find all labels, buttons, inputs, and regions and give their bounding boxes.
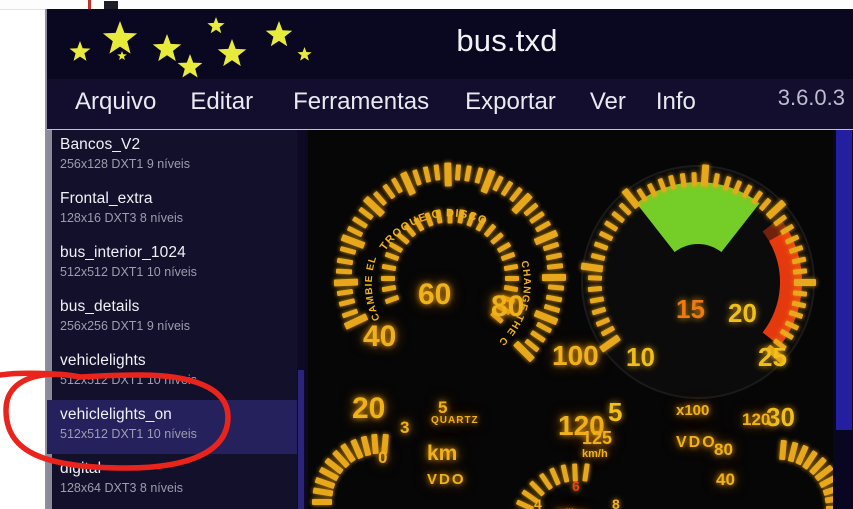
tachometer-number-20: 20 — [728, 298, 757, 328]
preview-scrollbar-track[interactable] — [833, 130, 853, 509]
app-icon — [104, 1, 118, 9]
tachometer-number-25: 25 — [758, 342, 787, 372]
texture-name: bus_interior_1024 — [60, 244, 186, 261]
texture-meta: 512x512 DXT1 10 níveis — [60, 265, 197, 279]
texture-name: bus_details — [60, 298, 140, 315]
list-item[interactable]: Frontal_extra 128x16 DXT3 8 níveis — [47, 184, 297, 238]
pressure-number-5: 5 — [438, 398, 448, 417]
texture-name: Frontal_extra — [60, 190, 153, 207]
temp-number-40: 40 — [716, 470, 735, 489]
screenshot-root: bus.txd Arquivo Editar Ferramentas Exportar… — [0, 0, 853, 509]
window-header: bus.txd — [47, 9, 853, 79]
pressure-number-3: 3 — [400, 418, 410, 437]
tachometer-tick — [691, 171, 697, 187]
menu-item-exportar[interactable]: Exportar — [465, 88, 556, 116]
menu-items: Arquivo Editar Ferramentas Exportar Ver Info — [75, 88, 696, 116]
tachometer-multiplier: x100 — [676, 402, 710, 419]
menu-item-editar[interactable]: Editar — [190, 88, 253, 116]
texture-meta: 512x512 DXT1 10 níveis — [60, 427, 197, 441]
list-item[interactable]: digital 128x64 DXT3 8 níveis — [47, 454, 297, 508]
dashboard-gauges-image: 20 40 60 80 100 120 125 km/h km VDO QUARTZ TROQUE O… — [308, 130, 847, 509]
texture-meta: 512x512 DXT1 10 níveis — [60, 373, 197, 387]
star-icon — [265, 21, 293, 47]
menu-bar: Arquivo Editar Ferramentas Exportar Ver Info … — [47, 79, 853, 130]
window-title: bus.txd — [456, 23, 558, 58]
tachometer-tick — [793, 290, 808, 297]
tachometer-brand: VDO — [676, 434, 717, 451]
menu-item-ferramentas[interactable]: Ferramentas — [293, 88, 429, 116]
pressure-tick — [312, 499, 332, 505]
temp-number-120: 120 — [742, 410, 771, 429]
star-icon — [117, 51, 127, 60]
window-body: Bancos_V2 256x128 DXT1 9 níveis Frontal_ex… — [47, 130, 853, 509]
tachometer-number-15: 15 — [676, 294, 705, 324]
list-item[interactable]: vehiclelights 512x512 DXT1 10 níveis — [47, 346, 297, 400]
tachometer-number-10: 10 — [626, 342, 655, 372]
menu-item-ver[interactable]: Ver — [590, 88, 626, 116]
texture-name: vehiclelights_on — [60, 406, 172, 423]
tachometer-number-5: 5 — [608, 397, 623, 427]
texture-name: vehiclelights — [60, 352, 146, 369]
stars-decoration — [47, 9, 347, 79]
texture-meta: 256x128 DXT1 9 níveis — [60, 157, 190, 171]
texture-meta: 256x256 DXT1 9 níveis — [60, 319, 190, 333]
texture-list[interactable]: Bancos_V2 256x128 DXT1 9 níveis Frontal_ex… — [47, 130, 297, 509]
sidebar-scrollbar-thumb[interactable] — [298, 370, 304, 509]
pressure-number-0: 0 — [378, 448, 388, 467]
star-icon — [207, 17, 225, 34]
texture-preview-panel: 20 40 60 80 100 120 125 km/h km VDO QUARTZ TROQUE O… — [308, 130, 853, 509]
star-icon — [217, 39, 247, 67]
temp-number-80: 80 — [714, 440, 733, 459]
menu-item-info[interactable]: Info — [656, 88, 696, 116]
menu-item-arquivo[interactable]: Arquivo — [75, 88, 156, 116]
texture-meta: 128x64 DXT3 8 níveis — [60, 481, 183, 495]
fuel-number-6: 6 — [572, 478, 580, 494]
window-accent-marker — [88, 0, 91, 9]
list-item[interactable]: bus_interior_1024 512x512 DXT1 10 níveis — [47, 238, 297, 292]
star-icon — [297, 47, 312, 61]
list-item[interactable]: vehiclelights_on 512x512 DXT1 10 níveis — [47, 400, 297, 454]
list-item[interactable]: Bancos_V2 256x128 DXT1 9 níveis — [47, 130, 297, 184]
list-item[interactable]: bus_details 256x256 DXT1 9 níveis — [47, 292, 297, 346]
star-icon — [177, 54, 203, 78]
texture-name: Bancos_V2 — [60, 136, 141, 153]
application-window: bus.txd Arquivo Editar Ferramentas Exportar… — [45, 9, 853, 509]
fuel-number-8: 8 — [612, 496, 620, 509]
fuel-number-4: 4 — [534, 496, 542, 509]
version-label: 3.6.0.3 — [777, 85, 845, 110]
preview-scrollbar-thumb[interactable] — [836, 130, 852, 430]
tachometer-tick — [794, 278, 816, 286]
star-icon — [69, 41, 91, 61]
texture-meta: 128x16 DXT3 8 níveis — [60, 211, 183, 225]
texture-name: digital — [60, 460, 102, 477]
